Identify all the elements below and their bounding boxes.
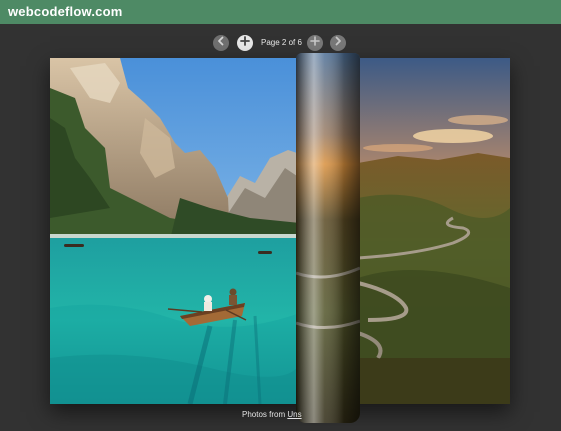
left-page-image[interactable] bbox=[50, 58, 300, 404]
plus-icon bbox=[239, 34, 251, 52]
next-page-button[interactable] bbox=[330, 35, 346, 51]
page-curl[interactable] bbox=[296, 53, 360, 423]
credit-link[interactable]: Uns bbox=[287, 410, 301, 419]
credit-prefix: Photos from bbox=[242, 410, 288, 419]
site-logo[interactable]: webcodeflow.com bbox=[8, 4, 122, 19]
credit-text: Photos from Uns bbox=[242, 410, 302, 419]
prev-page-button[interactable] bbox=[213, 35, 229, 51]
right-page-image[interactable] bbox=[358, 58, 510, 404]
page-indicator: Page 2 of 6 bbox=[261, 38, 302, 47]
zoom-button[interactable] bbox=[307, 35, 323, 51]
zoom-icon bbox=[309, 34, 321, 52]
chevron-left-icon bbox=[215, 34, 227, 52]
add-page-button[interactable] bbox=[237, 35, 253, 51]
top-bar: webcodeflow.com bbox=[0, 0, 561, 24]
chevron-right-icon bbox=[332, 34, 344, 52]
flipbook-controls: Page 2 of 6 bbox=[0, 34, 561, 54]
